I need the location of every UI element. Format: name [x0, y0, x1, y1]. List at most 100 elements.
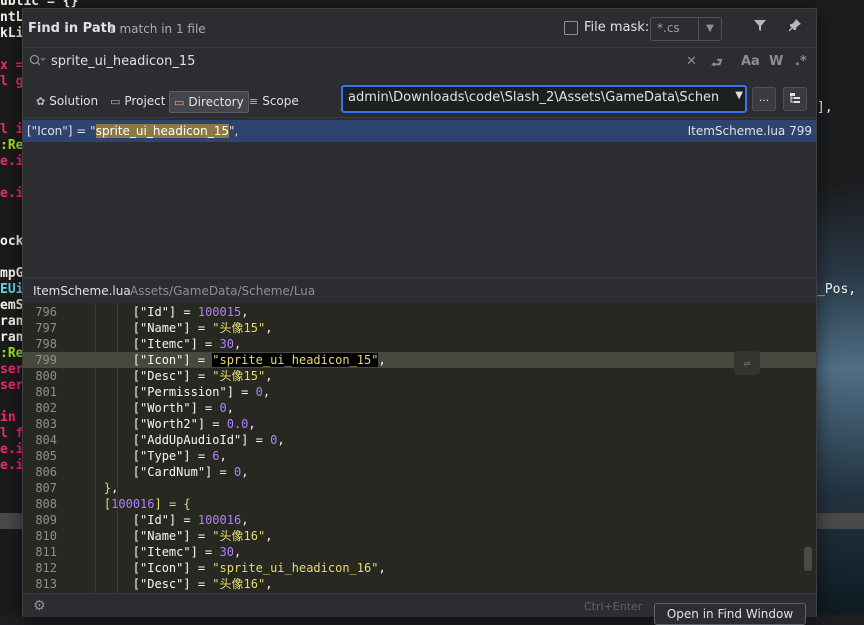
chevron-down-icon[interactable]: ▼ — [698, 18, 721, 40]
code-text: }, — [75, 480, 118, 496]
code-value: 0 — [255, 385, 263, 399]
code-operator: = — [197, 401, 220, 415]
code-operator: = — [190, 577, 213, 591]
code-line: 807 }, — [23, 480, 816, 496]
file-mask-value: *.cs — [657, 21, 680, 35]
scrollbar[interactable] — [804, 547, 812, 571]
search-input[interactable]: sprite_ui_headicon_15 — [51, 54, 195, 69]
regex-toggle[interactable]: .* — [795, 54, 807, 69]
code-value: 100016 — [111, 497, 155, 511]
code-text: ["Desc"] = "头像16", — [75, 576, 273, 592]
recursive-toggle[interactable] — [783, 87, 807, 111]
code-value: 0.0 — [226, 417, 249, 431]
code-line: 806 ["CardNum"] = 0, — [23, 464, 816, 480]
preview-file-name: ItemScheme.lua — [33, 284, 131, 298]
code-line: 800 ["Desc"] = "头像15", — [23, 368, 816, 384]
scope-solution-tab[interactable]: ✿ Solution — [32, 91, 102, 111]
dialog-titlebar[interactable]: Find in Path 1 match in 1 file File mask… — [23, 9, 816, 47]
search-icon[interactable] — [29, 54, 46, 72]
browse-button[interactable]: ... — [752, 87, 776, 111]
code-punctuation: , — [248, 417, 256, 431]
code-value: 6 — [212, 449, 220, 463]
scope-scope-label: Scope — [262, 94, 299, 108]
code-value: 30 — [219, 545, 234, 559]
line-number: 799 — [35, 353, 57, 367]
background-code-line: ser — [0, 378, 24, 393]
code-line: 799 ["Icon"] = "sprite_ui_headicon_15", — [23, 352, 816, 368]
whole-word-toggle[interactable]: W — [769, 54, 783, 69]
code-line: 810 ["Name"] = "头像16", — [23, 528, 816, 544]
code-punctuation: , — [241, 513, 249, 527]
code-text: ["Desc"] = "头像15", — [75, 368, 273, 384]
directory-combo[interactable]: admin\Downloads\code\Slash_2\Assets\Game… — [341, 85, 747, 113]
line-number: 813 — [35, 577, 57, 591]
scope-directory-tab[interactable]: ▭ Directory — [169, 91, 249, 113]
background-code-line: l f — [0, 426, 24, 441]
background-code-line: mpG — [0, 266, 24, 281]
background-code-line: in — [0, 410, 16, 425]
file-mask-combo[interactable]: *.cs ▼ — [650, 17, 722, 41]
code-key: ["Icon"] — [132, 353, 191, 367]
code-punctuation: , — [277, 433, 285, 447]
close-icon[interactable]: ✕ — [686, 54, 697, 69]
code-punctuation: , — [111, 481, 119, 495]
code-operator: = — [190, 529, 213, 543]
result-prefix: ["Icon"] = " — [27, 124, 96, 138]
code-punctuation: , — [241, 305, 249, 319]
soft-wrap-icon[interactable]: ⇌ — [734, 351, 760, 375]
result-row[interactable]: ["Icon"] = "sprite_ui_headicon_15", Item… — [23, 120, 816, 142]
code-key: ["Itemc"] — [132, 545, 198, 559]
pin-icon[interactable] — [785, 18, 805, 36]
code-operator: = — [190, 321, 213, 335]
code-operator: = — [212, 465, 234, 479]
code-operator: = — [190, 353, 213, 367]
open-in-find-window-button[interactable]: Open in Find Window — [654, 603, 806, 625]
enter-icon[interactable]: ⮐ — [711, 54, 723, 76]
code-line: 812 ["Icon"] = "sprite_ui_headicon_16", — [23, 560, 816, 576]
scope-project-label: Project — [124, 94, 166, 108]
scope-scope-tab[interactable]: ≡ Scope — [245, 91, 303, 111]
scope-directory-label: Directory — [188, 95, 244, 109]
shortcut-hint: Ctrl+Enter — [584, 600, 643, 613]
code-key: ["Permission"] — [132, 385, 234, 399]
background-code-line: ser — [0, 362, 24, 377]
chevron-down-icon[interactable]: ▼ — [735, 90, 743, 101]
file-mask-checkbox[interactable] — [564, 21, 578, 35]
file-mask-label: File mask: — [584, 20, 650, 35]
folder-icon: ▭ — [174, 95, 185, 109]
code-operator: = — [197, 545, 220, 559]
code-text: ["Itemc"] = 30, — [75, 336, 241, 352]
code-operator: = — [205, 417, 227, 431]
code-preview[interactable]: 814 ["Permission"] = 0,813 ["Desc"] = "头… — [23, 303, 816, 593]
result-line-text: ["Icon"] = "sprite_ui_headicon_15", — [27, 124, 238, 138]
code-operator: = — [176, 513, 198, 527]
match-case-toggle[interactable]: Aa — [741, 54, 760, 69]
code-key: ["Id"] — [132, 305, 177, 319]
code-key: ["Itemc"] — [132, 337, 198, 351]
filter-icon[interactable] — [750, 18, 770, 36]
gear-icon[interactable]: ⚙ — [33, 598, 46, 614]
code-key: ["Worth"] — [132, 401, 198, 415]
code-punctuation: , — [233, 545, 242, 559]
line-number: 800 — [35, 369, 57, 383]
result-file-location: ItemScheme.lua 799 — [687, 124, 812, 138]
code-value: "头像16" — [212, 577, 266, 591]
scope-project-tab[interactable]: ▭ Project — [106, 91, 169, 111]
code-key: ["CardNum"] — [132, 465, 213, 479]
background-code-line: :Re — [0, 138, 24, 153]
background-code-line: l i — [0, 122, 24, 137]
code-line: 798 ["Itemc"] = 30, — [23, 336, 816, 352]
directory-path[interactable]: admin\Downloads\code\Slash_2\Assets\Game… — [348, 90, 718, 105]
background-code-line: ], — [817, 100, 833, 115]
preview-file-path: Assets/GameData/Scheme/Lua — [130, 284, 316, 298]
preview-header: ItemScheme.lua Assets/GameData/Scheme/Lu… — [23, 277, 816, 304]
code-line: 813 ["Desc"] = "头像16", — [23, 576, 816, 592]
code-operator: = — [248, 433, 271, 447]
code-value: 100016 — [197, 513, 242, 527]
